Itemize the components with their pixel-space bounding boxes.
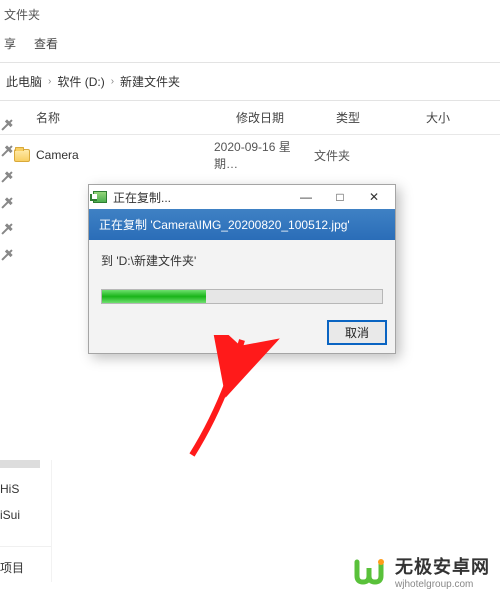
row-name: Camera	[36, 148, 79, 162]
table-row[interactable]: Camera 2020-09-16 星期… 文件夹	[0, 135, 500, 175]
chevron-right-icon: ›	[111, 76, 114, 87]
breadcrumb-drive[interactable]: 软件 (D:)	[57, 73, 104, 90]
copy-icon	[93, 191, 107, 203]
minimize-button[interactable]: —	[289, 187, 323, 207]
breadcrumb[interactable]: 此电脑 › 软件 (D:) › 新建文件夹	[0, 63, 500, 101]
watermark-subtitle: wjhotelgroup.com	[395, 579, 490, 590]
watermark-title: 无极安卓网	[395, 553, 490, 579]
chevron-right-icon: ›	[48, 76, 51, 87]
pin-icon	[0, 144, 14, 158]
breadcrumb-root[interactable]: 此电脑	[6, 73, 42, 90]
sidebar-handle	[0, 460, 40, 468]
copy-destination: 到 'D:\新建文件夹'	[101, 252, 383, 269]
progress-bar	[101, 289, 383, 304]
ribbon-toolbar: 享 查看	[0, 29, 500, 63]
dialog-title: 正在复制...	[113, 189, 289, 206]
row-type: 文件夹	[314, 147, 404, 164]
pin-icon	[0, 118, 14, 132]
column-headers: 名称 修改日期 类型 大小	[0, 101, 500, 135]
ribbon-view[interactable]: 查看	[34, 35, 58, 52]
sidebar-divider	[0, 546, 51, 547]
pin-icon	[0, 222, 14, 236]
window-title-fragment: 文件夹	[0, 0, 500, 29]
dialog-banner: 正在复制 'Camera\IMG_20200820_100512.jpg'	[89, 209, 395, 240]
annotation-arrow	[172, 335, 292, 465]
watermark: 无极安卓网 wjhotelgroup.com	[351, 553, 490, 590]
row-date: 2020-09-16 星期…	[214, 138, 314, 172]
watermark-logo-icon	[351, 554, 387, 590]
col-type[interactable]: 类型	[336, 109, 426, 126]
dialog-titlebar[interactable]: 正在复制... — □ ✕	[89, 185, 395, 209]
col-name[interactable]: 名称	[36, 109, 236, 126]
sidebar-item[interactable]: HiS	[0, 476, 51, 502]
close-button[interactable]: ✕	[357, 187, 391, 207]
sidebar-fragment: HiS iSui 项目	[0, 460, 52, 582]
cancel-button[interactable]: 取消	[327, 320, 387, 345]
maximize-button[interactable]: □	[323, 187, 357, 207]
pin-icon	[0, 170, 14, 184]
progress-fill	[102, 290, 206, 303]
breadcrumb-folder[interactable]: 新建文件夹	[120, 73, 180, 90]
sidebar-item[interactable]: iSui	[0, 502, 51, 528]
copy-dialog: 正在复制... — □ ✕ 正在复制 'Camera\IMG_20200820_…	[88, 184, 396, 354]
folder-icon	[14, 149, 30, 162]
pin-icon	[0, 248, 14, 262]
quick-access-pins	[2, 120, 12, 260]
ribbon-share[interactable]: 享	[4, 35, 16, 52]
col-size[interactable]: 大小	[426, 109, 500, 126]
col-date[interactable]: 修改日期	[236, 109, 336, 126]
sidebar-footer: 项目	[0, 553, 51, 582]
pin-icon	[0, 196, 14, 210]
